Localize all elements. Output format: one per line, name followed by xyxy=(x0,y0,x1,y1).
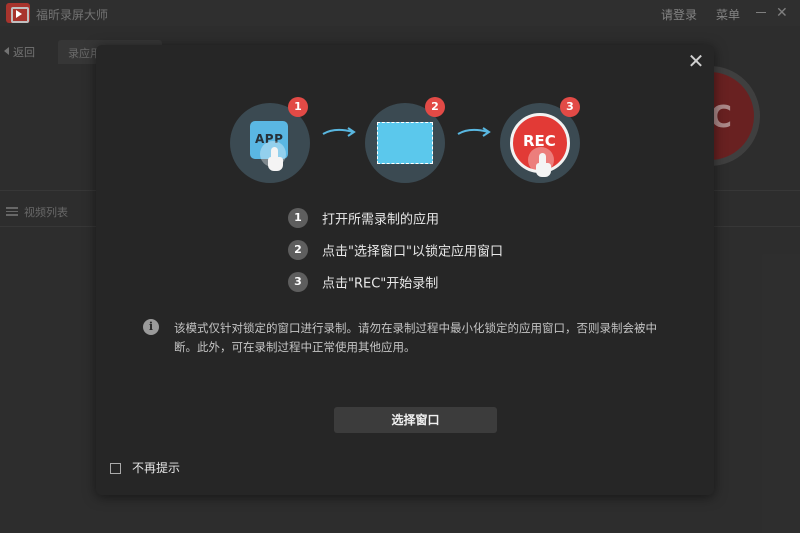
instruction-text: 点击"选择窗口"以锁定应用窗口 xyxy=(322,244,503,260)
arrow-right-icon xyxy=(322,127,356,137)
window-select-icon xyxy=(377,122,433,164)
step-badge: 2 xyxy=(425,97,445,117)
info-icon: i xyxy=(143,319,159,335)
record-app-dialog: ✕ APP 1 2 REC 3 1打开所需录制的应用 2点击"选择窗口"以锁 xyxy=(96,45,714,495)
instruction-item: 2 点击"选择窗口"以锁定应用窗口 xyxy=(288,240,503,260)
arrow-right-icon xyxy=(457,127,491,137)
instruction-item: 1 打开所需录制的应用 xyxy=(288,208,439,228)
dialog-close-icon[interactable]: ✕ xyxy=(685,50,707,72)
pointer-hand-icon xyxy=(260,141,286,173)
instruction-number: 3 xyxy=(288,272,308,292)
instruction-text: 打开所需录制的应用 xyxy=(322,212,440,228)
info-note: 该模式仅针对锁定的窗口进行录制。请勿在录制过程中最小化锁定的应用窗口，否则录制会… xyxy=(174,321,657,354)
instruction-item: 3 点击"REC"开始录制 xyxy=(288,272,438,292)
step-badge: 1 xyxy=(288,97,308,117)
instruction-text: 点击"REC"开始录制 xyxy=(322,276,439,292)
select-window-button[interactable]: 选择窗口 xyxy=(334,407,497,433)
step-badge: 3 xyxy=(560,97,580,117)
dont-show-again-checkbox[interactable] xyxy=(110,463,121,474)
instruction-number: 1 xyxy=(288,208,308,228)
pointer-hand-icon xyxy=(528,147,554,179)
dont-show-again-label[interactable]: 不再提示 xyxy=(132,459,180,476)
instruction-number: 2 xyxy=(288,240,308,260)
